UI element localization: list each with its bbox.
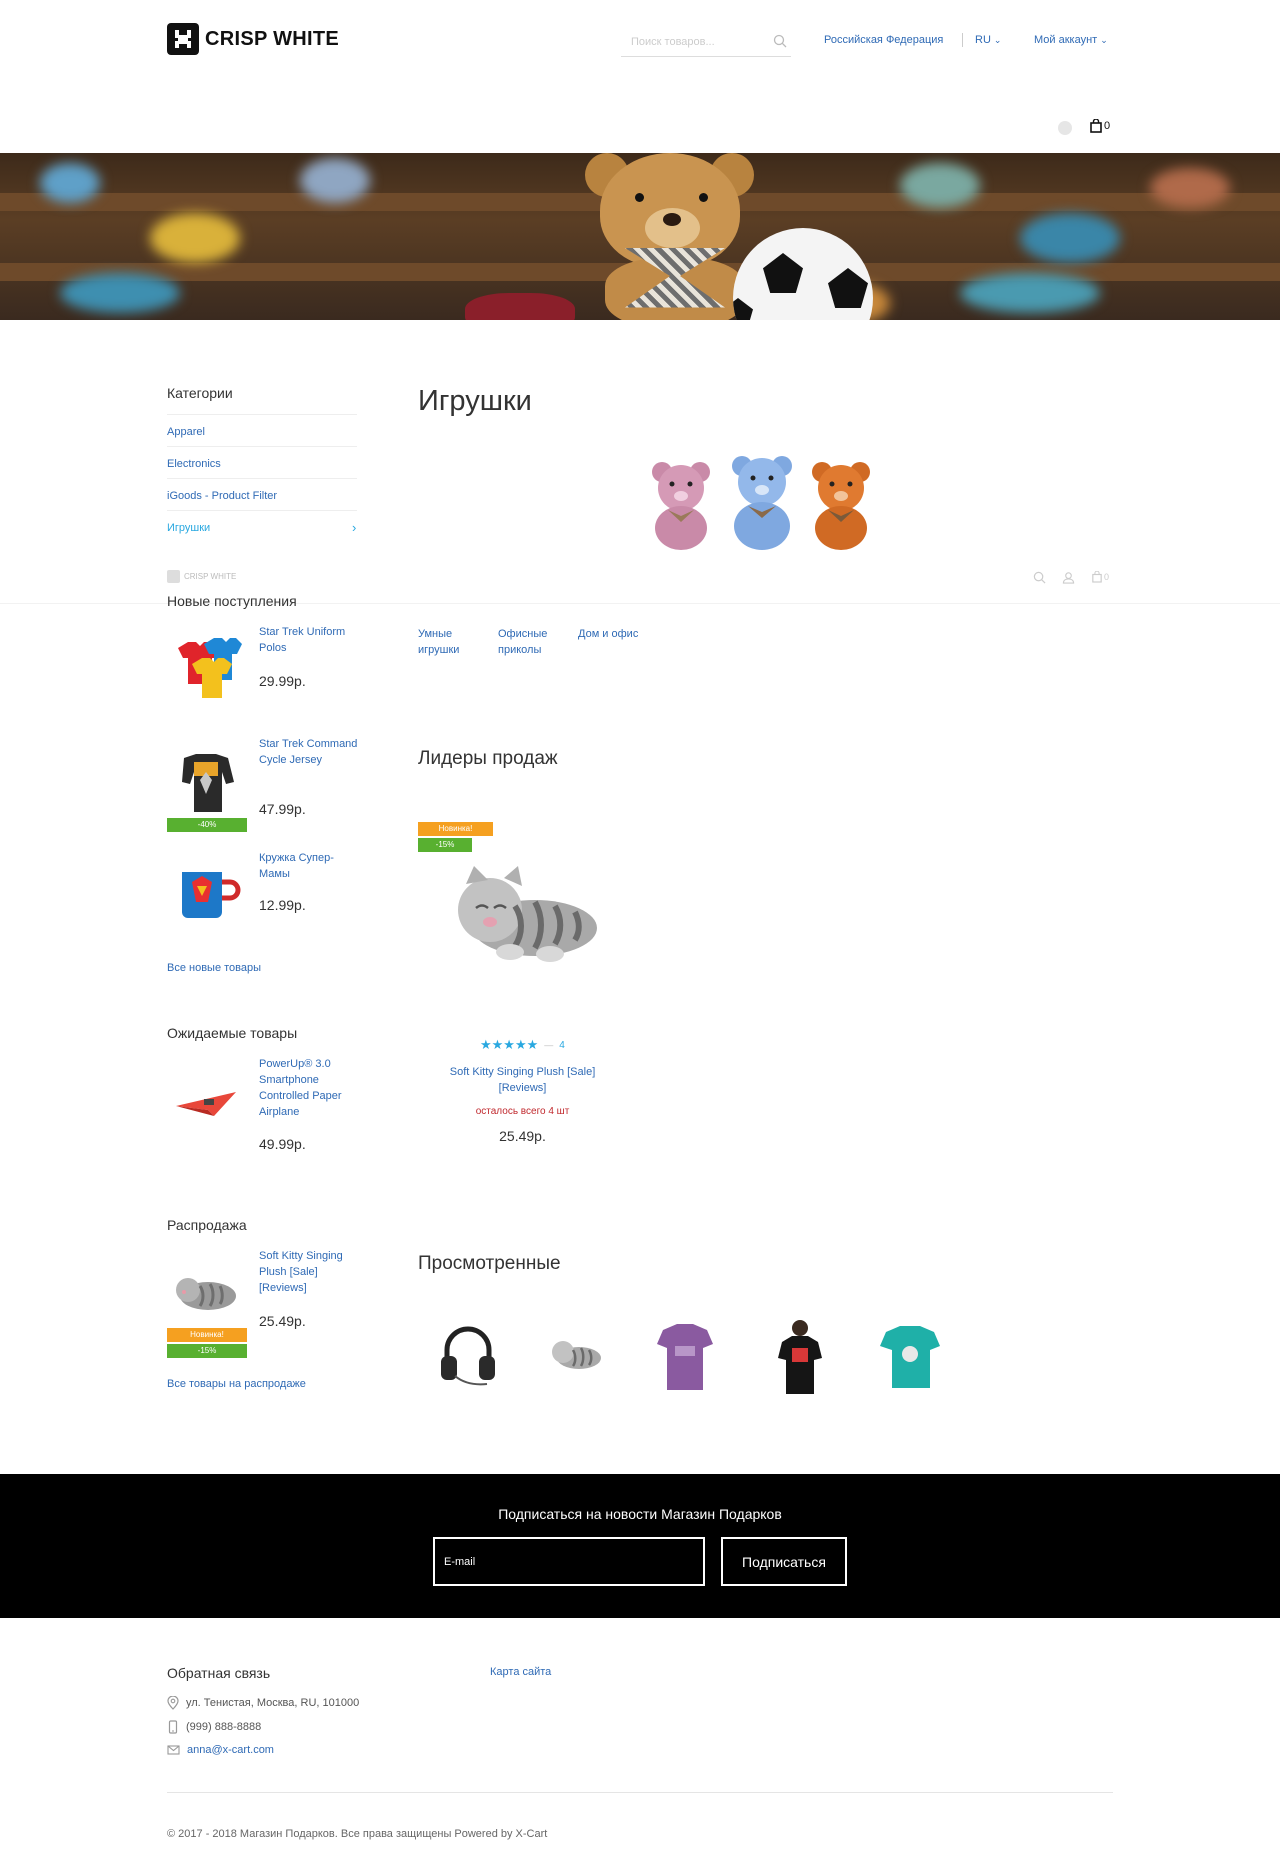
product-price: 47.99р. bbox=[259, 801, 306, 817]
footer-divider bbox=[167, 1792, 1113, 1793]
category-electronics[interactable]: Electronics bbox=[167, 458, 221, 470]
location-pin-icon bbox=[167, 1696, 179, 1710]
language-selector[interactable]: RU ⌄ bbox=[975, 34, 1001, 46]
chevron-down-icon: ⌄ bbox=[993, 35, 1002, 45]
email-link[interactable]: anna@x-cart.com bbox=[187, 1744, 274, 1756]
mini-logo-text: CRISP WHITE bbox=[184, 572, 237, 581]
divider bbox=[167, 510, 357, 511]
product-image-mug[interactable] bbox=[170, 858, 242, 930]
subcategory-smart-toys[interactable]: Умные игрушки bbox=[418, 626, 478, 658]
contact-phone: (999) 888-8888 bbox=[167, 1720, 261, 1734]
new-arrivals-title: Новые поступления bbox=[167, 593, 297, 609]
new-badge: Новинка! bbox=[418, 822, 493, 836]
mini-cart-button[interactable]: 0 bbox=[1092, 571, 1109, 583]
product-image-jersey[interactable] bbox=[170, 748, 242, 820]
discount-badge: -40% bbox=[167, 818, 247, 832]
all-sale-products-link[interactable]: Все товары на распродаже bbox=[167, 1378, 306, 1390]
viewed-product-teal-tshirt[interactable] bbox=[878, 1322, 942, 1390]
viewed-product-purple-tshirt[interactable] bbox=[655, 1320, 715, 1392]
country-selector[interactable]: Российская Федерация bbox=[824, 34, 943, 46]
phone-text: (999) 888-8888 bbox=[186, 1721, 262, 1733]
product-image-kitty[interactable] bbox=[170, 1258, 242, 1330]
header-separator bbox=[962, 33, 963, 47]
search-box bbox=[621, 29, 791, 57]
language-label: RU bbox=[975, 34, 991, 46]
coming-soon-title: Ожидаемые товары bbox=[167, 1025, 298, 1041]
all-new-products-link[interactable]: Все новые товары bbox=[167, 962, 261, 974]
category-apparel[interactable]: Apparel bbox=[167, 426, 205, 438]
product-price: 25.49р. bbox=[259, 1313, 306, 1329]
divider bbox=[167, 478, 357, 479]
recently-viewed-title: Просмотренные bbox=[418, 1253, 561, 1274]
category-image-teddy-bears bbox=[645, 450, 885, 560]
search-input[interactable] bbox=[621, 29, 761, 55]
mini-cart-count: 0 bbox=[1104, 572, 1110, 582]
newsletter-title: Подписаться на новости Магазин Подарков bbox=[498, 1506, 782, 1522]
phone-icon bbox=[168, 1720, 178, 1734]
logo-icon[interactable] bbox=[167, 23, 199, 55]
cart-count: 0 bbox=[1104, 120, 1111, 132]
bag-icon bbox=[1090, 119, 1102, 133]
divider bbox=[167, 414, 357, 415]
user-icon[interactable] bbox=[1062, 571, 1075, 584]
theme-toggle-icon[interactable] bbox=[1058, 121, 1072, 135]
search-icon[interactable] bbox=[773, 34, 787, 48]
address-text: ул. Тенистая, Москва, RU, 101000 bbox=[186, 1697, 360, 1709]
chevron-right-icon: › bbox=[352, 520, 357, 535]
product-image-airplane[interactable] bbox=[170, 1066, 242, 1138]
product-rating[interactable]: ★★★★★ — 4 bbox=[480, 1037, 565, 1053]
rating-stars-icon: ★★★★★ bbox=[480, 1037, 539, 1052]
copyright: © 2017 - 2018 Магазин Подарков. Все прав… bbox=[167, 1828, 548, 1840]
logo-text[interactable]: CRISP WHITE bbox=[205, 28, 339, 51]
account-label: Мой аккаунт bbox=[1034, 34, 1098, 46]
product-name[interactable]: Soft Kitty Singing Plush [Sale] [Reviews… bbox=[440, 1064, 605, 1096]
account-menu[interactable]: Мой аккаунт ⌄ bbox=[1034, 34, 1108, 46]
product-price: 25.49р. bbox=[499, 1128, 546, 1144]
product-price: 29.99р. bbox=[259, 673, 306, 689]
categories-title: Категории bbox=[167, 385, 233, 401]
mini-logo-icon bbox=[167, 570, 180, 583]
discount-badge: -15% bbox=[167, 1344, 247, 1358]
product-name[interactable]: Star Trek Command Cycle Jersey bbox=[259, 736, 364, 768]
stock-status: осталось всего 4 шт bbox=[475, 1106, 570, 1117]
cart-button[interactable]: 0 bbox=[1090, 119, 1110, 133]
product-name[interactable]: PowerUp® 3.0 Smartphone Controlled Paper… bbox=[259, 1056, 364, 1120]
viewed-product-woman-tshirt[interactable] bbox=[770, 1318, 830, 1396]
newsletter-email-input[interactable] bbox=[433, 1537, 705, 1586]
bestsellers-title: Лидеры продаж bbox=[418, 748, 558, 769]
contact-email: anna@x-cart.com bbox=[167, 1744, 274, 1756]
sitemap-link[interactable]: Карта сайта bbox=[490, 1666, 551, 1678]
subscribe-button[interactable]: Подписаться bbox=[721, 1537, 847, 1586]
chevron-down-icon: ⌄ bbox=[1100, 35, 1108, 45]
page-title: Игрушки bbox=[418, 385, 532, 417]
viewed-product-kitty[interactable] bbox=[545, 1330, 605, 1380]
product-price: 12.99р. bbox=[259, 897, 306, 913]
new-badge: Новинка! bbox=[167, 1328, 247, 1342]
mini-logo[interactable]: CRISP WHITE bbox=[167, 570, 236, 583]
subcategory-office-pranks[interactable]: Офисные приколы bbox=[498, 626, 558, 658]
product-image-polos[interactable] bbox=[170, 634, 242, 706]
product-name[interactable]: Star Trek Uniform Polos bbox=[259, 624, 364, 656]
product-name[interactable]: Кружка Супер-Мамы bbox=[259, 850, 364, 882]
reviews-count: 4 bbox=[559, 1039, 565, 1051]
sale-title: Распродажа bbox=[167, 1217, 247, 1233]
product-name[interactable]: Soft Kitty Singing Plush [Sale] [Reviews… bbox=[259, 1248, 364, 1296]
divider bbox=[167, 446, 357, 447]
contact-address: ул. Тенистая, Москва, RU, 101000 bbox=[167, 1696, 359, 1710]
category-igoods[interactable]: iGoods - Product Filter bbox=[167, 490, 277, 502]
product-image-kitty[interactable] bbox=[440, 850, 610, 980]
product-price: 49.99р. bbox=[259, 1136, 306, 1152]
search-icon[interactable] bbox=[1033, 571, 1046, 584]
contact-title: Обратная связь bbox=[167, 1665, 271, 1681]
category-banner bbox=[0, 153, 1280, 320]
viewed-product-headphones[interactable] bbox=[433, 1320, 503, 1390]
bag-icon bbox=[1092, 571, 1102, 583]
envelope-icon bbox=[167, 1745, 180, 1755]
subcategory-home-office[interactable]: Дом и офис bbox=[578, 626, 658, 642]
rating-separator: — bbox=[544, 1040, 554, 1050]
category-toys[interactable]: Игрушки bbox=[167, 522, 210, 534]
